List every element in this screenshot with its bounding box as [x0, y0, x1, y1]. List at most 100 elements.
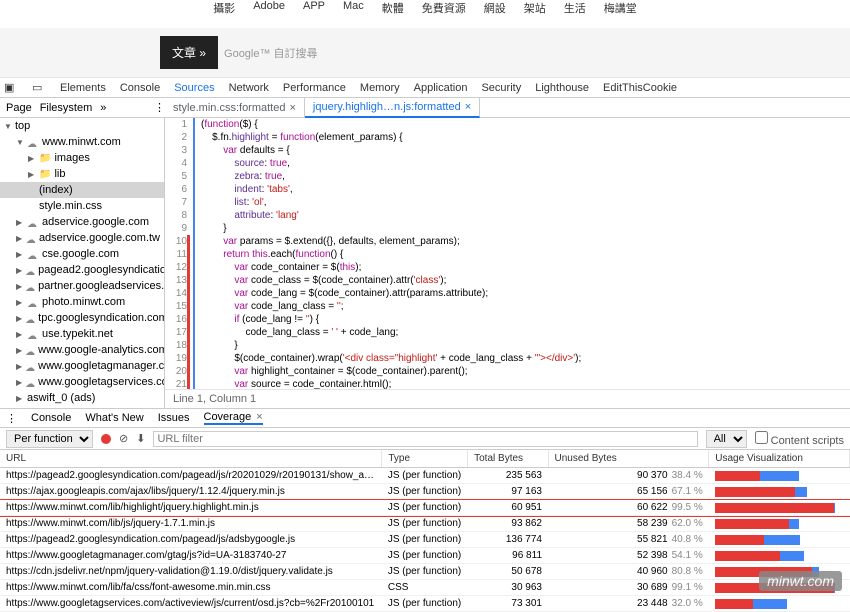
devtools-tab-console[interactable]: Console	[120, 82, 160, 94]
record-icon[interactable]	[101, 434, 111, 444]
cloud-icon	[25, 314, 35, 322]
search-input[interactable]: Google™ 自訂搜尋	[224, 45, 318, 61]
open-file-tabs: style.min.css:formatted ×jquery.highligh…	[165, 98, 480, 118]
file-tab[interactable]: style.min.css:formatted ×	[165, 98, 305, 118]
cloud-icon	[26, 234, 36, 242]
tree-item[interactable]: ▼www.minwt.com	[0, 134, 164, 150]
nav-item[interactable]: APP	[303, 0, 325, 18]
coverage-row[interactable]: https://pagead2.googlesyndication.com/pa…	[0, 532, 850, 548]
devtools-tab-network[interactable]: Network	[229, 82, 269, 94]
inspect-icon[interactable]: ▣	[4, 81, 18, 95]
nav-item[interactable]: 架站	[524, 0, 546, 18]
nav-item[interactable]: 軟體	[382, 0, 404, 18]
drawer-tab-console[interactable]: Console	[31, 412, 71, 424]
menu-icon[interactable]: ⋮	[154, 101, 165, 114]
nav-item[interactable]: Adobe	[253, 0, 285, 18]
article-button[interactable]: 文章 »	[160, 36, 218, 69]
filesystem-tab[interactable]: Filesystem	[40, 102, 93, 114]
coverage-table: URLTypeTotal BytesUnused BytesUsage Visu…	[0, 450, 850, 612]
coverage-row[interactable]: https://www.minwt.com/lib/js/jquery-1.7.…	[0, 516, 850, 532]
content-scripts-checkbox[interactable]: Content scripts	[755, 431, 844, 447]
coverage-row[interactable]: https://ajax.googleapis.com/ajax/libs/jq…	[0, 484, 850, 500]
tree-item[interactable]: ▶aswift_1 (ads)	[0, 406, 164, 408]
drawer-tab-whatsnew[interactable]: What's New	[85, 412, 143, 424]
col-header[interactable]: Total Bytes	[468, 450, 548, 468]
page-tab[interactable]: Page	[6, 102, 32, 114]
cloud-icon	[25, 346, 35, 354]
tree-item[interactable]: ▶adservice.google.com.tw	[0, 230, 164, 246]
tree-item[interactable]: ▶pagead2.googlesyndication.com	[0, 262, 164, 278]
devtools-tab-performance[interactable]: Performance	[283, 82, 346, 94]
cloud-icon	[27, 218, 39, 226]
devtools-tab-editthiscookie[interactable]: EditThisCookie	[603, 82, 677, 94]
close-icon[interactable]: ×	[465, 101, 471, 113]
device-icon[interactable]: ▭	[32, 81, 46, 95]
tree-item[interactable]: ▶partner.googleadservices.com	[0, 278, 164, 294]
nav-item[interactable]: 免費資源	[422, 0, 466, 18]
coverage-type-select[interactable]: Per function	[6, 430, 93, 448]
more-icon[interactable]: »	[100, 102, 106, 114]
url-filter-input[interactable]	[153, 431, 697, 447]
tree-item[interactable]: ▶tpc.googlesyndication.com	[0, 310, 164, 326]
devtools-tab-bar: ▣ ▭ Elements Console Sources Network Perform…	[0, 78, 850, 98]
line-gutter: 1234567891011121314151617181920212223242…	[165, 118, 195, 389]
col-header[interactable]: Usage Visualization	[709, 450, 850, 468]
export-icon[interactable]: ⬇	[136, 432, 145, 445]
code-editor: 1234567891011121314151617181920212223242…	[165, 118, 850, 408]
cloud-icon	[27, 138, 39, 146]
tree-item[interactable]: ▶images	[0, 150, 164, 166]
tree-item[interactable]: ▶www.googletagmanager.com	[0, 358, 164, 374]
coverage-row[interactable]: https://www.googletagservices.com/active…	[0, 596, 850, 612]
devtools-tab-application[interactable]: Application	[414, 82, 468, 94]
nav-item[interactable]: Mac	[343, 0, 364, 18]
devtools-tab-elements[interactable]: Elements	[60, 82, 106, 94]
file-tab[interactable]: jquery.highligh…n.js:formatted ×	[305, 98, 480, 118]
folder-icon	[39, 152, 51, 164]
close-icon[interactable]: ×	[256, 411, 262, 423]
devtools-tab-lighthouse[interactable]: Lighthouse	[535, 82, 589, 94]
col-header[interactable]: Type	[382, 450, 468, 468]
nav-item[interactable]: 生活	[564, 0, 586, 18]
tree-item[interactable]: ▶use.typekit.net	[0, 326, 164, 342]
tree-item[interactable]: ▶aswift_0 (ads)	[0, 390, 164, 406]
coverage-row[interactable]: https://www.minwt.com/lib/fa/css/font-aw…	[0, 580, 850, 596]
cloud-icon	[27, 298, 39, 306]
tree-item[interactable]: ▼top	[0, 118, 164, 134]
drawer-tab-issues[interactable]: Issues	[158, 412, 190, 424]
drawer-tabs: ⋮ Console What's New Issues Coverage ×	[0, 408, 850, 428]
tree-item[interactable]: style.min.css	[0, 198, 164, 214]
tree-item[interactable]: ▶cse.google.com	[0, 246, 164, 262]
cloud-icon	[27, 250, 39, 258]
devtools-tab-security[interactable]: Security	[481, 82, 521, 94]
drawer-tab-coverage[interactable]: Coverage ×	[204, 411, 263, 425]
coverage-row[interactable]: https://www.googletagmanager.com/gtag/js…	[0, 548, 850, 564]
nav-item[interactable]: 攝影	[213, 0, 235, 18]
sources-toolbar: Page Filesystem » ⋮ style.min.css:format…	[0, 98, 850, 118]
coverage-row[interactable]: https://cdn.jsdelivr.net/npm/jquery-vali…	[0, 564, 850, 580]
nav-item[interactable]: 網設	[484, 0, 506, 18]
col-header[interactable]: Unused Bytes	[548, 450, 709, 468]
col-header[interactable]: URL	[0, 450, 382, 468]
coverage-all-select[interactable]: All	[706, 430, 747, 448]
file-tree: ▼top▼www.minwt.com▶images▶lib(index)styl…	[0, 118, 165, 408]
devtools-tab-sources[interactable]: Sources	[174, 82, 214, 94]
code-lines[interactable]: (function($) { $.fn.highlight = function…	[195, 118, 581, 389]
coverage-row[interactable]: https://www.minwt.com/lib/highlight/jque…	[0, 500, 850, 516]
folder-icon	[39, 168, 51, 180]
cloud-icon	[27, 330, 39, 338]
devtools-tab-memory[interactable]: Memory	[360, 82, 400, 94]
nav-item[interactable]: 梅講堂	[604, 0, 637, 18]
cloud-icon	[25, 266, 35, 274]
drawer-menu-icon[interactable]: ⋮	[6, 412, 17, 425]
tree-item[interactable]: (index)	[0, 182, 164, 198]
site-top-nav: 攝影 Adobe APP Mac 軟體免費資源網設架站生活梅講堂	[0, 0, 850, 18]
tree-item[interactable]: ▶photo.minwt.com	[0, 294, 164, 310]
coverage-row[interactable]: https://pagead2.googlesyndication.com/pa…	[0, 468, 850, 484]
tree-item[interactable]: ▶lib	[0, 166, 164, 182]
clear-icon[interactable]: ⊘	[119, 432, 128, 445]
tree-item[interactable]: ▶www.googletagservices.com	[0, 374, 164, 390]
tree-item[interactable]: ▶www.google-analytics.com	[0, 342, 164, 358]
close-icon[interactable]: ×	[289, 102, 295, 114]
coverage-body: https://pagead2.googlesyndication.com/pa…	[0, 468, 850, 612]
tree-item[interactable]: ▶adservice.google.com	[0, 214, 164, 230]
